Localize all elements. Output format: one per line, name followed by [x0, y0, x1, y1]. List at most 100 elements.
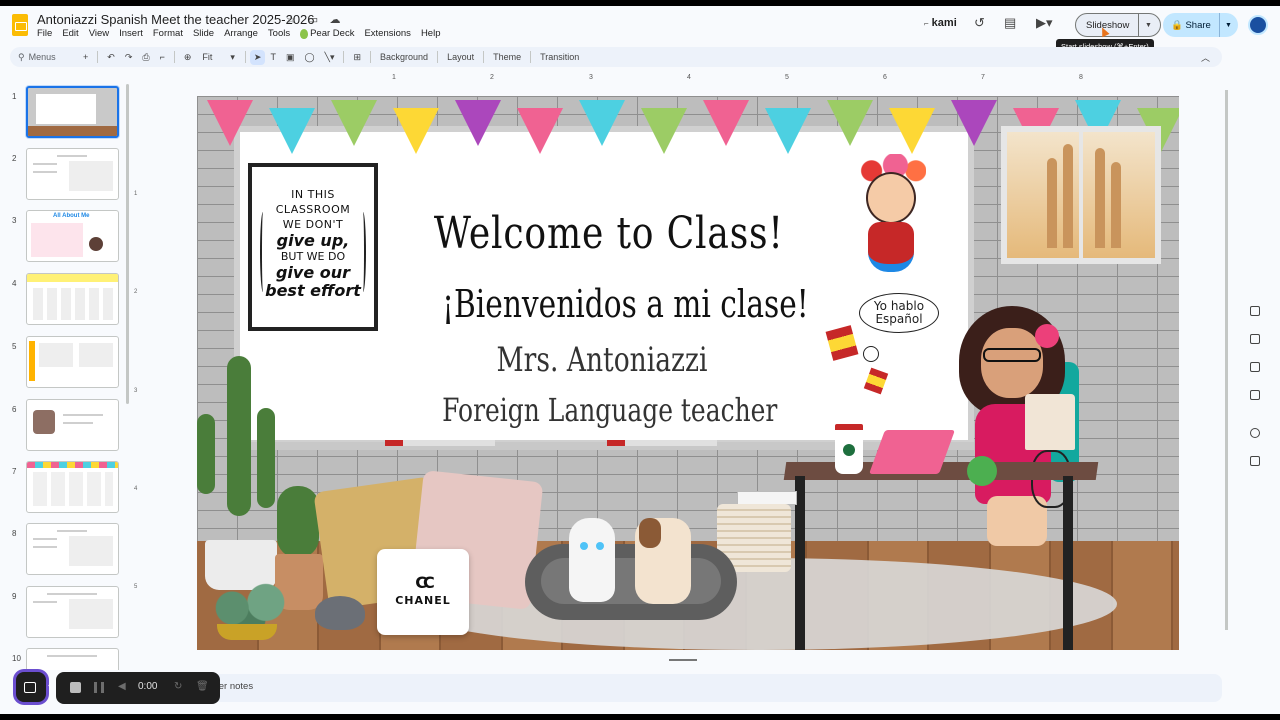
share-button[interactable]: 🔒 Share ▼ — [1163, 13, 1238, 37]
menu-edit[interactable]: Edit — [62, 28, 78, 39]
slide-thumbnail[interactable] — [26, 648, 119, 670]
cloud-status-icon[interactable]: ☁ — [328, 13, 342, 26]
frida-doll[interactable] — [852, 154, 932, 284]
filmstrip-slide[interactable]: 7 — [0, 461, 130, 517]
record-icon[interactable] — [1250, 428, 1260, 438]
filmstrip-slide[interactable]: 5 — [0, 336, 130, 392]
restart-icon[interactable]: ↻ — [174, 681, 182, 692]
toolbar-divider — [97, 51, 99, 63]
menu-slide[interactable]: Slide — [193, 28, 214, 39]
slide-thumbnail[interactable] — [26, 336, 119, 388]
mic-icon[interactable]: ◀ — [118, 681, 126, 692]
motivational-poster[interactable]: IN THIS CLASSROOM WE DON'T give up, BUT … — [248, 163, 378, 331]
notes-resize-handle[interactable] — [669, 659, 697, 661]
menu-pear-deck[interactable]: Pear Deck — [300, 28, 354, 39]
teacher-role[interactable]: Foreign Language teacher — [442, 391, 777, 429]
menu-file[interactable]: File — [37, 28, 52, 39]
slide-canvas[interactable]: IN THIS CLASSROOM WE DON'T give up, BUT … — [197, 96, 1179, 650]
menu-format[interactable]: Format — [153, 28, 183, 39]
line-icon[interactable]: ╲▾ — [320, 52, 340, 63]
filmstrip-slide[interactable]: 2 — [0, 148, 130, 204]
slideshow-dropdown-icon[interactable]: ▼ — [1139, 22, 1152, 29]
slide-thumbnail[interactable] — [26, 461, 119, 513]
filmstrip-slide[interactable]: 4 — [0, 273, 130, 329]
filmstrip-scrollbar[interactable] — [126, 84, 129, 404]
slide-thumbnail[interactable] — [26, 86, 119, 138]
camera-icon[interactable] — [16, 672, 46, 702]
tasks-icon[interactable] — [1250, 362, 1260, 372]
version-history-icon[interactable]: ↺ — [974, 15, 985, 31]
menu-help[interactable]: Help — [421, 28, 441, 39]
account-avatar[interactable] — [1248, 15, 1268, 35]
menu-view[interactable]: View — [89, 28, 109, 39]
move-folder-icon[interactable]: ▭ — [306, 13, 320, 26]
keep-icon[interactable] — [1250, 334, 1260, 344]
redo-icon[interactable]: ↷ — [120, 52, 138, 63]
paint-format-icon[interactable]: ⌐ — [155, 52, 170, 62]
coffee-cup[interactable] — [835, 424, 863, 474]
top-ruler: 1 2 3 4 5 6 7 8 — [197, 74, 1179, 84]
window-sagrada-familia[interactable] — [1001, 126, 1161, 264]
slide-thumbnail[interactable] — [26, 523, 119, 575]
puppy[interactable] — [635, 518, 691, 604]
slide-thumbnail[interactable] — [26, 273, 119, 325]
shape-icon[interactable]: ◯ — [299, 52, 319, 63]
pause-icon[interactable] — [94, 682, 104, 693]
slides-logo-icon[interactable] — [12, 14, 28, 36]
star-icon[interactable]: ☆ — [284, 13, 298, 26]
slide-thumbnail[interactable] — [26, 148, 119, 200]
print-icon[interactable]: ⎙ — [137, 52, 154, 63]
slide-thumbnail[interactable] — [26, 399, 119, 451]
filmstrip-slide[interactable]: 9 — [0, 586, 130, 642]
teacher-name[interactable]: Mrs. Antoniazzi — [442, 340, 762, 380]
image-icon[interactable]: ▣ — [281, 52, 300, 63]
theme-button[interactable]: Theme — [488, 52, 526, 62]
trash-icon[interactable]: 🗑 — [196, 681, 209, 692]
zoom-select[interactable]: Fit ▾ — [196, 52, 241, 63]
menu-extensions[interactable]: Extensions — [364, 28, 410, 39]
undo-icon[interactable]: ↶ — [102, 52, 120, 63]
filmstrip-slide[interactable]: 3 All About Me — [0, 210, 130, 266]
background-button[interactable]: Background — [375, 52, 433, 62]
transition-button[interactable]: Transition — [535, 52, 584, 62]
filmstrip-slide[interactable]: 10 — [0, 648, 130, 670]
present-icon[interactable] — [1250, 456, 1260, 466]
slide-title[interactable]: Welcome to Class! — [434, 208, 783, 259]
chanel-pillow[interactable]: CC CHANEL — [377, 549, 469, 635]
menu-tools[interactable]: Tools — [268, 28, 290, 39]
menu-insert[interactable]: Insert — [119, 28, 143, 39]
collapse-toolbar-icon[interactable]: ︿ — [1196, 51, 1222, 64]
toolbar-divider — [343, 51, 345, 63]
meet-video-icon[interactable]: ▶▾ — [1036, 15, 1053, 31]
share-dropdown-icon[interactable]: ▼ — [1220, 22, 1232, 29]
doll-dress — [868, 222, 914, 272]
filmstrip-slide[interactable]: 1 — [0, 86, 130, 142]
document-title[interactable]: Antoniazzi Spanish Meet the teacher 2025… — [37, 12, 315, 27]
slides-icon[interactable] — [1250, 306, 1260, 316]
menu-arrange[interactable]: Arrange — [224, 28, 258, 39]
layout-button[interactable]: Layout — [442, 52, 479, 62]
stick-figure-flags[interactable] — [825, 324, 915, 414]
editor-scrollbar[interactable] — [1225, 90, 1228, 630]
folder-icon[interactable] — [1250, 390, 1260, 400]
kami-button[interactable]: ⌐ kami — [924, 17, 957, 29]
kitten[interactable] — [569, 518, 615, 602]
left-ruler: 1 2 3 4 5 — [134, 96, 142, 650]
comments-icon[interactable]: ▤ — [1004, 15, 1016, 31]
filmstrip-slide[interactable]: 8 — [0, 523, 130, 579]
comment-add-icon[interactable]: ⊞ — [348, 52, 366, 63]
zoom-icon[interactable]: ⊕ — [179, 52, 197, 63]
slide-thumbnail[interactable] — [26, 586, 119, 638]
slideshow-button[interactable]: Slideshow ▼ — [1075, 13, 1161, 37]
stop-icon[interactable] — [70, 682, 81, 693]
chevron-left-icon[interactable]: ‹ — [48, 680, 51, 691]
text-box-icon[interactable]: T — [265, 52, 281, 62]
new-slide-icon[interactable]: + — [78, 52, 93, 62]
slide-thumbnail[interactable]: All About Me — [26, 210, 119, 262]
menu-search[interactable]: ⚲ Menus — [10, 52, 78, 63]
speaker-notes[interactable] — [152, 674, 1222, 702]
slide-subtitle[interactable]: ¡Bienvenidos a mi clase! — [442, 282, 809, 326]
select-tool-icon[interactable]: ➤ — [249, 49, 266, 65]
scrollbar-thumb[interactable] — [1225, 90, 1228, 630]
filmstrip-slide[interactable]: 6 — [0, 399, 130, 455]
